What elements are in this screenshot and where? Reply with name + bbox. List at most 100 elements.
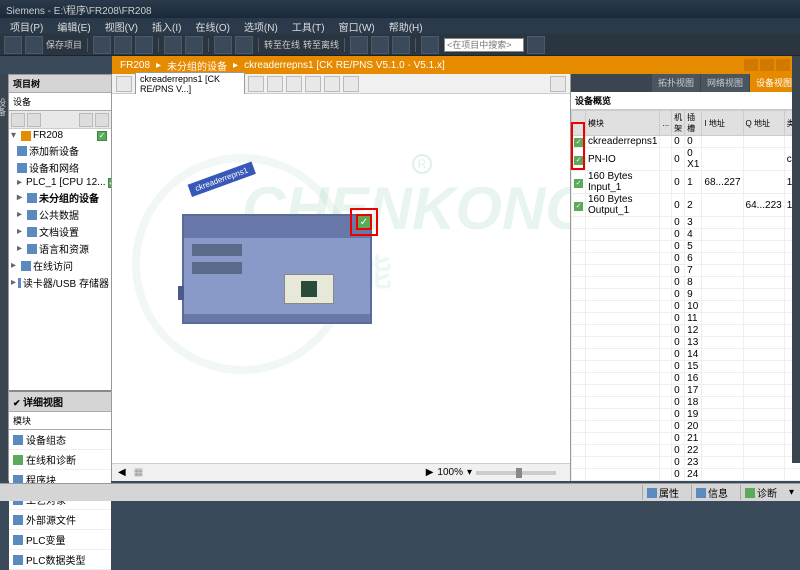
- col-header[interactable]: 机架: [672, 111, 685, 136]
- tree-common-data[interactable]: ▸公共数据: [9, 206, 111, 223]
- detail-tab[interactable]: 模块: [9, 412, 111, 430]
- table-row[interactable]: 015: [572, 361, 800, 373]
- tree-doc-settings[interactable]: ▸文档设置: [9, 223, 111, 240]
- table-row[interactable]: 09: [572, 289, 800, 301]
- menu-tools[interactable]: 工具(T): [286, 18, 331, 34]
- view-mode-icon[interactable]: ▦: [134, 467, 143, 478]
- device-canvas[interactable]: CHENKONG R 晨控智能 ckreaderrepns1 ✓: [112, 94, 570, 463]
- tree-lang-res[interactable]: ▸语言和资源: [9, 240, 111, 257]
- zoom-icon[interactable]: [343, 76, 359, 92]
- table-row[interactable]: 016: [572, 373, 800, 385]
- breadcrumb-device[interactable]: ckreaderrepns1 [CK RE/PNS V5.1.0 - V5.1.…: [244, 60, 445, 71]
- table-row[interactable]: 010: [572, 301, 800, 313]
- table-row[interactable]: ✓ckreaderrepns100: [572, 136, 800, 148]
- tree-root[interactable]: ▾FR208✓: [9, 129, 111, 142]
- table-row[interactable]: 018: [572, 397, 800, 409]
- detail-item[interactable]: 设备组态: [9, 430, 111, 450]
- project-tree-tab[interactable]: 设备: [9, 93, 111, 111]
- table-row[interactable]: 023: [572, 457, 800, 469]
- search-input[interactable]: [444, 38, 524, 52]
- tb-icon-a[interactable]: [350, 36, 368, 54]
- zoom-dropdown-icon[interactable]: ▾: [467, 467, 472, 478]
- search-icon[interactable]: [527, 36, 545, 54]
- close-icon[interactable]: [776, 59, 790, 71]
- tree-online-access[interactable]: ▸在线访问: [9, 257, 111, 274]
- detail-item[interactable]: 外部源文件: [9, 510, 111, 530]
- table-row[interactable]: ✓PN-IO00 X1ckr...: [572, 148, 800, 171]
- table-row[interactable]: 06: [572, 253, 800, 265]
- ctb-icon-r[interactable]: [550, 76, 566, 92]
- paste-icon[interactable]: [135, 36, 153, 54]
- col-header[interactable]: I 地址: [702, 111, 743, 136]
- status-properties[interactable]: 属性: [642, 485, 683, 500]
- table-row[interactable]: 022: [572, 445, 800, 457]
- new-project-icon[interactable]: [4, 36, 22, 54]
- tab-network[interactable]: 网络视图: [701, 74, 749, 92]
- tree-card-reader[interactable]: ▸读卡器/USB 存储器: [9, 274, 111, 291]
- tree-add-device[interactable]: 添加新设备: [9, 142, 111, 159]
- status-info[interactable]: 信息: [691, 485, 732, 500]
- tree-plc[interactable]: ▸PLC_1 [CPU 12...✓: [9, 176, 111, 189]
- ctb-icon[interactable]: [267, 76, 283, 92]
- detail-item[interactable]: PLC变量: [9, 530, 111, 550]
- ctb-icon[interactable]: [305, 76, 321, 92]
- table-row[interactable]: 03: [572, 217, 800, 229]
- menu-edit[interactable]: 编辑(E): [51, 18, 96, 34]
- collapse-icon[interactable]: ▾: [789, 487, 794, 498]
- ctb-icon[interactable]: [324, 76, 340, 92]
- upload-icon[interactable]: [235, 36, 253, 54]
- detail-item[interactable]: 在线和诊断: [9, 450, 111, 470]
- zoom-slider[interactable]: [476, 471, 556, 475]
- table-row[interactable]: 021: [572, 433, 800, 445]
- menu-project[interactable]: 项目(P): [4, 18, 49, 34]
- tree-tb-icon[interactable]: [95, 113, 109, 127]
- undo-icon[interactable]: [164, 36, 182, 54]
- table-row[interactable]: 017: [572, 385, 800, 397]
- table-row[interactable]: 08: [572, 277, 800, 289]
- go-offline-button[interactable]: 转至离线: [303, 38, 339, 51]
- open-project-icon[interactable]: [25, 36, 43, 54]
- detail-item[interactable]: PLC数据类型: [9, 550, 111, 570]
- ctb-icon[interactable]: [248, 76, 264, 92]
- device-dropdown[interactable]: ckreaderrepns1 [CK RE/PNS V...]: [135, 72, 245, 96]
- menu-window[interactable]: 窗口(W): [333, 18, 381, 34]
- minimize-icon[interactable]: [744, 59, 758, 71]
- table-row[interactable]: 013: [572, 337, 800, 349]
- save-project-button[interactable]: 保存项目: [46, 38, 82, 51]
- menu-options[interactable]: 选项(N): [238, 18, 284, 34]
- scroll-left-icon[interactable]: ◀: [118, 467, 126, 478]
- table-row[interactable]: 024: [572, 469, 800, 481]
- tab-topology[interactable]: 拓扑视图: [652, 74, 700, 92]
- col-header[interactable]: Q 地址: [743, 111, 784, 136]
- table-row[interactable]: 025: [572, 481, 800, 482]
- table-row[interactable]: 014: [572, 349, 800, 361]
- ctb-icon[interactable]: [286, 76, 302, 92]
- zoom-value[interactable]: 100%: [437, 467, 463, 478]
- device-module[interactable]: ckreaderrepns1 ✓: [182, 214, 372, 324]
- tab-device[interactable]: 设备视图: [750, 74, 798, 92]
- go-online-button[interactable]: 转至在线: [264, 38, 300, 51]
- table-row[interactable]: 019: [572, 409, 800, 421]
- tree-tb-icon[interactable]: [27, 113, 41, 127]
- cut-icon[interactable]: [93, 36, 111, 54]
- status-diag[interactable]: 诊断: [740, 485, 781, 500]
- breadcrumb-group[interactable]: 未分组的设备: [167, 58, 227, 73]
- col-header[interactable]: [572, 111, 586, 136]
- table-row[interactable]: 04: [572, 229, 800, 241]
- col-header[interactable]: ...: [660, 111, 672, 136]
- col-header[interactable]: 模块: [586, 111, 660, 136]
- download-icon[interactable]: [214, 36, 232, 54]
- menu-insert[interactable]: 插入(I): [146, 18, 187, 34]
- tb-icon-c[interactable]: [392, 36, 410, 54]
- redo-icon[interactable]: [185, 36, 203, 54]
- menu-help[interactable]: 帮助(H): [383, 18, 429, 34]
- table-row[interactable]: ✓160 Bytes Output_10264...223160...: [572, 194, 800, 217]
- table-row[interactable]: 020: [572, 421, 800, 433]
- table-row[interactable]: 07: [572, 265, 800, 277]
- copy-icon[interactable]: [114, 36, 132, 54]
- menu-online[interactable]: 在线(O): [189, 18, 235, 34]
- tree-tb-icon[interactable]: [11, 113, 25, 127]
- sidebar-tab-devices[interactable]: 设备: [0, 94, 8, 120]
- scroll-right-icon[interactable]: ▶: [426, 467, 434, 478]
- tree-ungrouped[interactable]: ▸未分组的设备: [9, 189, 111, 206]
